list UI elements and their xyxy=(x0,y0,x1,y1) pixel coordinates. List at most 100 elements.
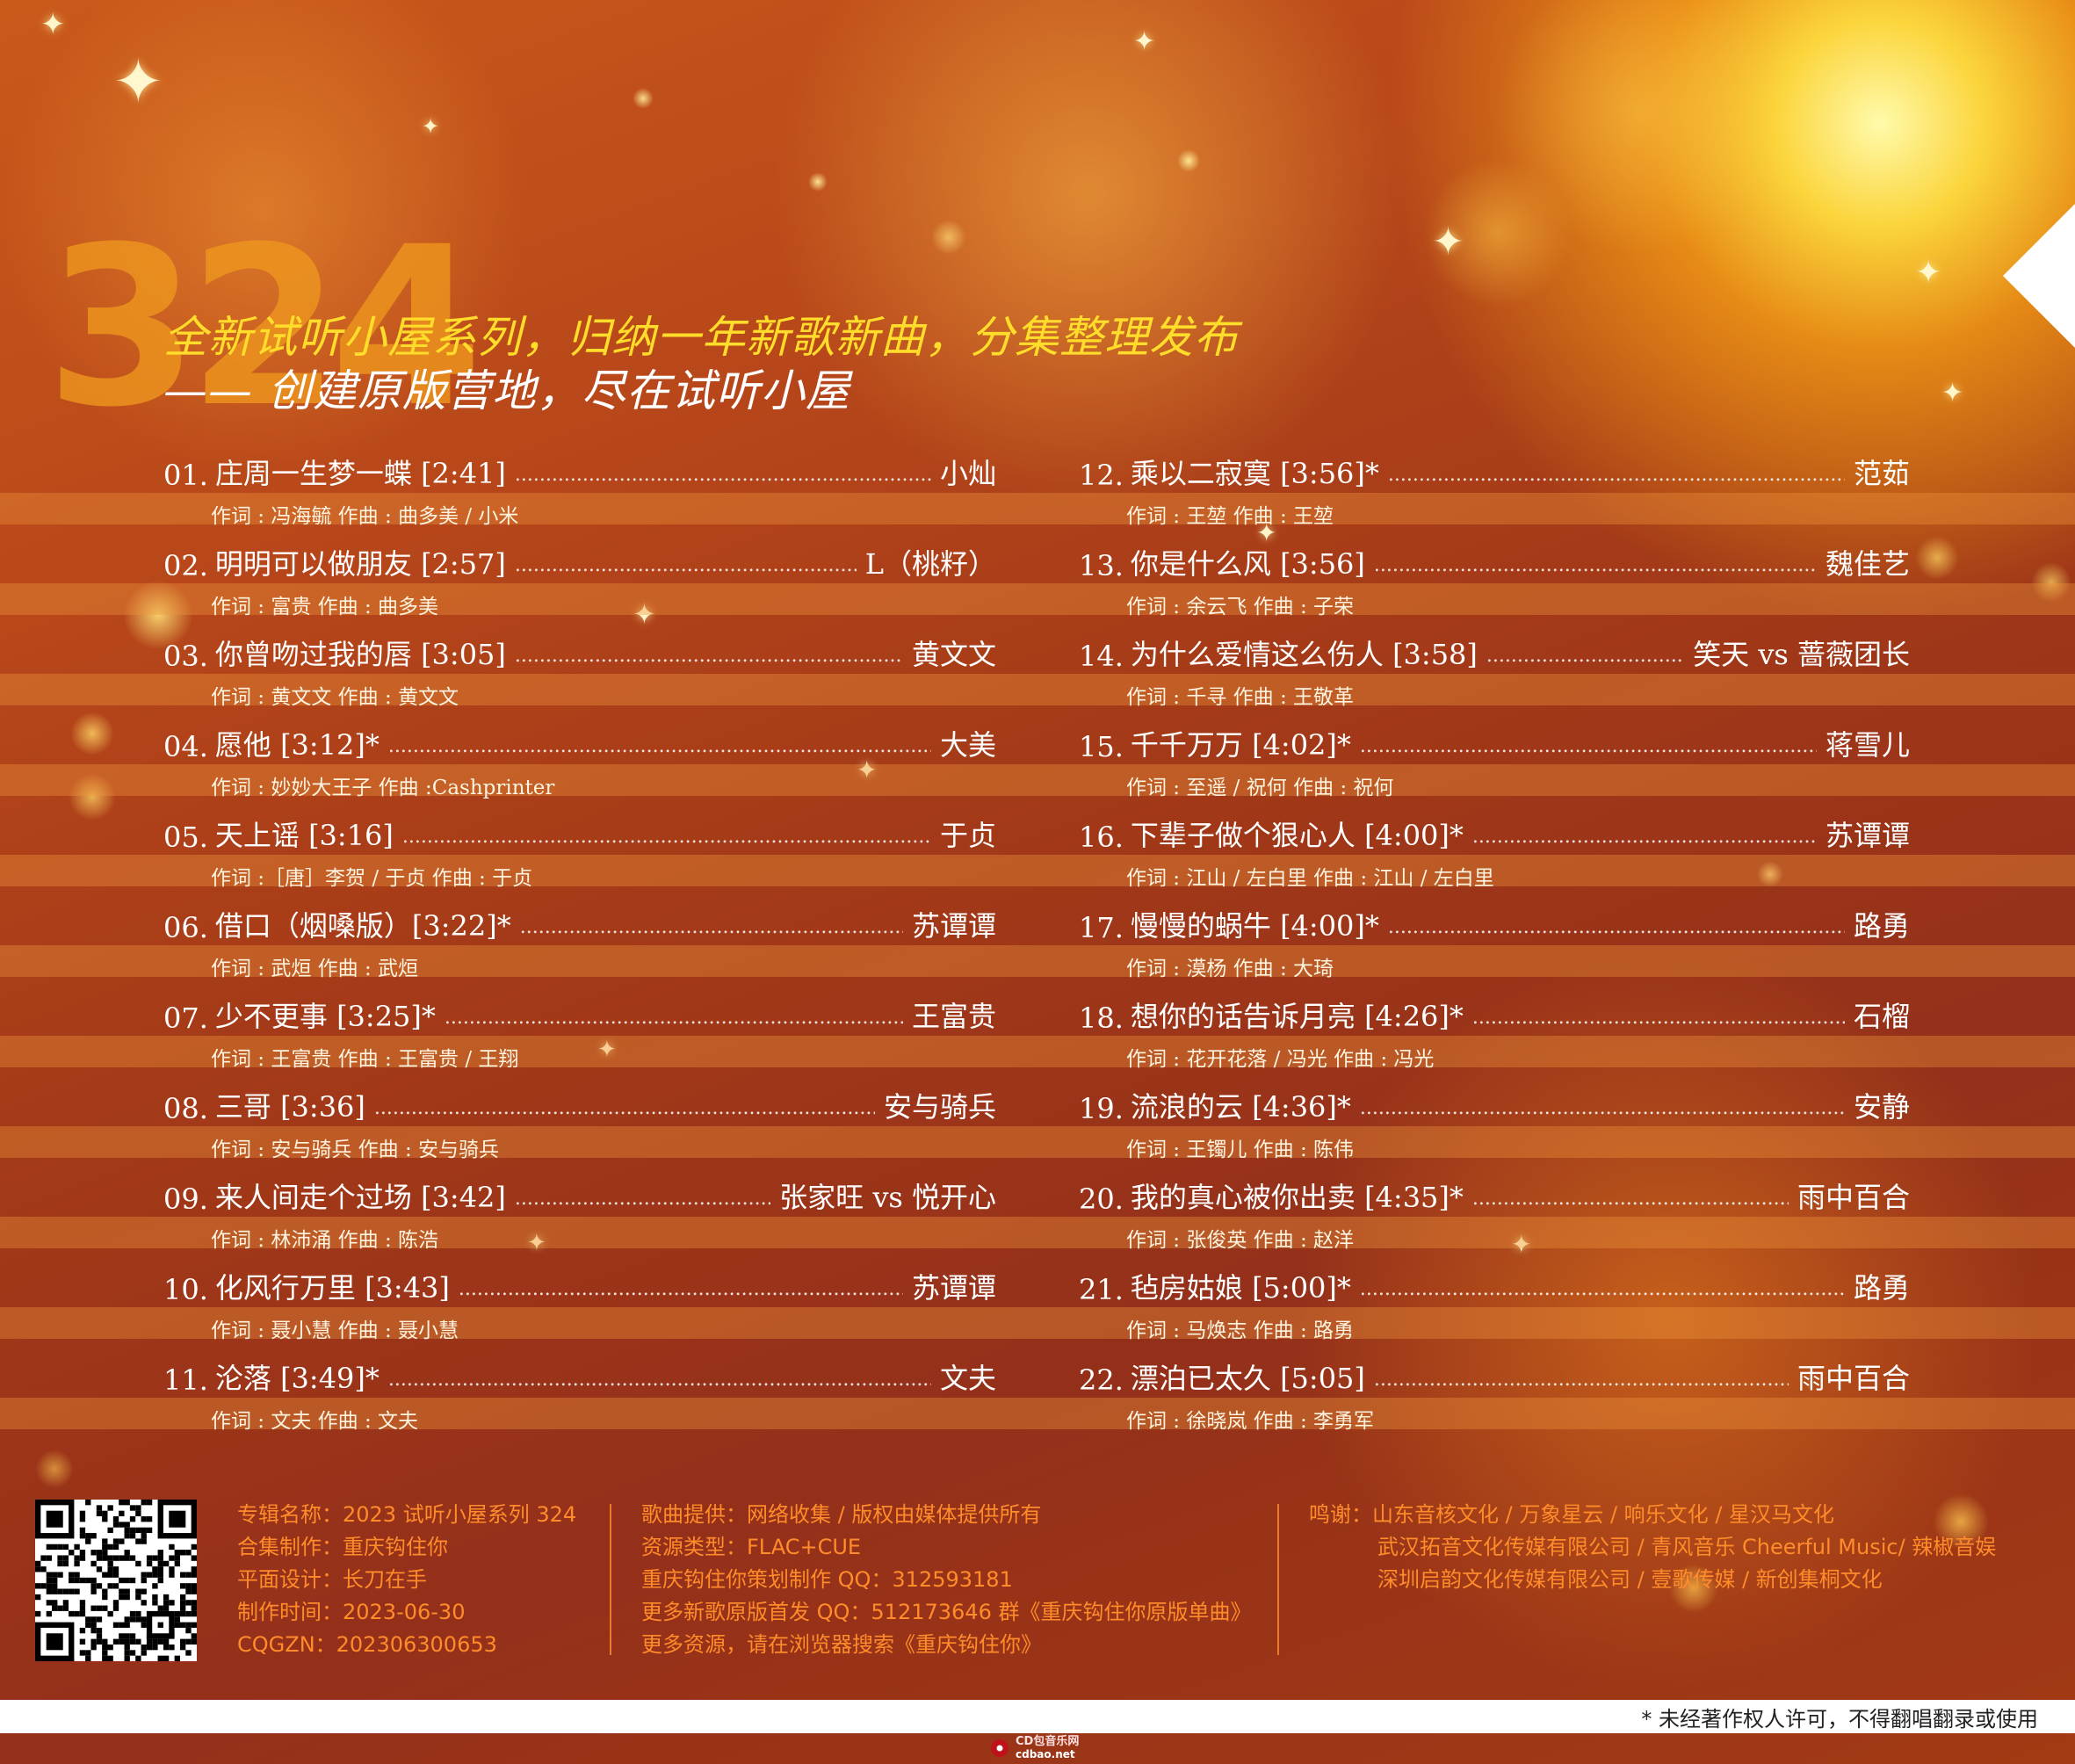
track-title: 三哥 [3:36] xyxy=(214,1090,365,1124)
watermark-line: cdbao.net xyxy=(1016,1748,1075,1760)
track-title: 明明可以做朋友 [2:57] xyxy=(214,547,506,581)
track-title-line: 07. 少不更事 [3:25]*.........................… xyxy=(163,991,996,1035)
track-item[interactable]: 18. 想你的话告诉月亮 [4:26]*.....................… xyxy=(1079,991,1910,1071)
track-number: 20. xyxy=(1079,1182,1124,1216)
track-title: 乘以二寂寞 [3:56]* xyxy=(1130,457,1379,490)
track-item[interactable]: 13. 你是什么风 [3:56].........................… xyxy=(1079,539,1910,618)
track-credit: 作词 : 王堃 作曲 : 王堃 xyxy=(1126,505,1334,528)
track-title-line: 19. 流浪的云 [4:36]*.........................… xyxy=(1079,1081,1910,1125)
track-title-line: 02. 明明可以做朋友 [2:57].......................… xyxy=(163,539,996,582)
track-artist: 雨中百合 xyxy=(1797,1362,1910,1395)
footer-line: 重庆钩住你策划制作 QQ：312593181 xyxy=(641,1567,1013,1592)
sparkle-icon: ✦ xyxy=(40,7,66,42)
track-artist: 小灿 xyxy=(939,457,996,490)
track-number: 10. xyxy=(163,1273,208,1306)
leader-dots: ........................................… xyxy=(1359,1099,1845,1119)
track-item[interactable]: 08. 三哥 [3:36]............................… xyxy=(163,1081,996,1161)
leader-dots: ........................................… xyxy=(444,1009,903,1029)
track-item[interactable]: 02. 明明可以做朋友 [2:57].......................… xyxy=(163,539,996,618)
sparkle-icon: ✦ xyxy=(1915,255,1942,291)
track-item[interactable]: 07. 少不更事 [3:25]*.........................… xyxy=(163,991,996,1071)
track-title-line: 01. 庄周一生梦一蝶 [2:41].......................… xyxy=(163,448,996,492)
leader-dots: ........................................… xyxy=(1471,828,1817,848)
footer-line: 平面设计：长刀在手 xyxy=(237,1567,427,1592)
bokeh-light xyxy=(70,712,114,755)
bokeh-light xyxy=(35,1450,74,1488)
leader-dots: ........................................… xyxy=(1359,737,1817,757)
leader-dots: ........................................… xyxy=(514,556,857,576)
track-title: 你曾吻过我的唇 [3:05] xyxy=(214,638,506,671)
track-item[interactable]: 10. 化风行万里 [3:43].........................… xyxy=(163,1262,996,1342)
track-title-line: 06. 借口（烟嗓版）[3:22]*.......................… xyxy=(163,900,996,944)
leader-dots: ........................................… xyxy=(514,647,903,667)
leader-dots: ........................................… xyxy=(1373,556,1817,576)
track-item[interactable]: 04. 愿他 [3:12]*...........................… xyxy=(163,719,996,799)
leader-dots: ........................................… xyxy=(1471,1189,1789,1210)
track-credit: 作词 : 聂小慧 作曲 : 聂小慧 xyxy=(211,1319,459,1342)
sparkle-icon: ✦ xyxy=(1133,26,1156,57)
track-artist: 于贞 xyxy=(939,819,996,852)
track-artist: 范茹 xyxy=(1853,457,1910,490)
track-item[interactable]: 01. 庄周一生梦一蝶 [2:41].......................… xyxy=(163,448,996,528)
footer-thanks: 鸣谢：山东音核文化 / 万象星云 / 响乐文化 / 星汉马文化 武汉拓音文化传媒… xyxy=(1309,1499,1996,1596)
track-item[interactable]: 15. 千千万万 [4:02]*.........................… xyxy=(1079,719,1910,799)
track-title-line: 16. 下辈子做个狠心人 [4:00]*.....................… xyxy=(1079,810,1910,854)
track-credit: 作词 : 漠杨 作曲 : 大琦 xyxy=(1126,958,1334,980)
track-item[interactable]: 14. 为什么爱情这么伤人 [3:58].....................… xyxy=(1079,629,1910,709)
track-number: 21. xyxy=(1079,1273,1124,1306)
track-title-line: 21. 毡房姑娘 [5:00]*.........................… xyxy=(1079,1262,1910,1306)
track-credit: 作词 : 富贵 作曲 : 曲多美 xyxy=(211,596,439,618)
track-credit: 作词 : 武烜 作曲 : 武烜 xyxy=(211,958,419,980)
track-artist: 苏谭谭 xyxy=(911,1271,996,1305)
track-item[interactable]: 20. 我的真心被你出卖 [4:35]*.....................… xyxy=(1079,1172,1910,1252)
copyright-note: * 未经著作权人许可，不得翻唱翻录或使用 xyxy=(1641,1707,2038,1731)
track-item[interactable]: 12. 乘以二寂寞 [3:56]*........................… xyxy=(1079,448,1910,528)
track-item[interactable]: 09. 来人间走个过场 [3:42].......................… xyxy=(163,1172,996,1252)
track-number: 17. xyxy=(1079,911,1124,944)
track-item[interactable]: 21. 毡房姑娘 [5:00]*.........................… xyxy=(1079,1262,1910,1342)
footer-source-info: 歌曲提供：网络收集 / 版权由媒体提供所有 资源类型：FLAC+CUE 重庆钩住… xyxy=(641,1499,1251,1661)
track-artist: 苏谭谭 xyxy=(1825,819,1910,852)
track-title-line: 18. 想你的话告诉月亮 [4:26]*.....................… xyxy=(1079,991,1910,1035)
track-item[interactable]: 03. 你曾吻过我的唇 [3:05].......................… xyxy=(163,629,996,709)
track-item[interactable]: 11. 沦落 [3:49]*...........................… xyxy=(163,1353,996,1433)
qr-code[interactable] xyxy=(35,1500,197,1661)
track-item[interactable]: 19. 流浪的云 [4:36]*.........................… xyxy=(1079,1081,1910,1161)
track-item[interactable]: 22. 漂泊已太久 [5:05].........................… xyxy=(1079,1353,1910,1433)
track-item[interactable]: 05. 天上谣 [3:16]...........................… xyxy=(163,810,996,890)
leader-dots: ........................................… xyxy=(1486,647,1684,667)
leader-dots: ........................................… xyxy=(1471,1009,1845,1029)
leader-dots: ........................................… xyxy=(514,466,931,486)
track-title: 化风行万里 [3:43] xyxy=(214,1271,450,1305)
sparkle-icon: ✦ xyxy=(422,114,440,139)
footer-line: 深圳启韵文化传媒有限公司 / 壹歌传媒 / 新创集桐文化 xyxy=(1377,1567,1883,1592)
track-item[interactable]: 17. 慢慢的蜗牛 [4:00]*........................… xyxy=(1079,900,1910,980)
track-title: 你是什么风 [3:56] xyxy=(1130,547,1365,581)
track-number: 08. xyxy=(163,1092,208,1125)
leader-dots: ........................................… xyxy=(458,1280,903,1300)
track-title: 毡房姑娘 [5:00]* xyxy=(1130,1271,1351,1305)
track-title: 愿他 [3:12]* xyxy=(214,728,380,762)
footer-line: CQGZN：202306300653 xyxy=(237,1632,497,1657)
bokeh-light xyxy=(1915,536,1959,580)
footer-line: 合集制作：重庆钩住你 xyxy=(237,1535,448,1559)
track-item[interactable]: 06. 借口（烟嗓版）[3:22]*.......................… xyxy=(163,900,996,980)
track-title-line: 14. 为什么爱情这么伤人 [3:58].....................… xyxy=(1079,629,1910,673)
track-credit: 作词 : 张俊英 作曲 : 赵洋 xyxy=(1126,1229,1355,1252)
track-number: 18. xyxy=(1079,1001,1124,1035)
leader-dots: ........................................… xyxy=(1359,1280,1845,1300)
track-credit: 作词 : 王富贵 作曲 : 王富贵 / 王翔 xyxy=(211,1048,519,1071)
bokeh-light xyxy=(1493,0,1783,255)
track-credit: 作词 : 千寻 作曲 : 王敬革 xyxy=(1126,686,1355,709)
track-number: 16. xyxy=(1079,821,1124,854)
track-artist: L（桃籽） xyxy=(864,547,996,581)
track-title-line: 05. 天上谣 [3:16]...........................… xyxy=(163,810,996,854)
sparkle-icon: ✦ xyxy=(1941,378,1964,408)
footer-line: 更多资源，请在浏览器搜索《重庆钩住你》 xyxy=(641,1632,1042,1657)
leader-dots: ........................................… xyxy=(1387,918,1845,938)
track-item[interactable]: 16. 下辈子做个狠心人 [4:00]*.....................… xyxy=(1079,810,1910,890)
track-number: 01. xyxy=(163,459,208,492)
bokeh-light xyxy=(808,172,828,192)
watermark-logo[interactable]: CD包音乐网 cdbao.net xyxy=(989,1735,1079,1761)
watermark-text: CD包音乐网 cdbao.net xyxy=(1016,1735,1079,1761)
